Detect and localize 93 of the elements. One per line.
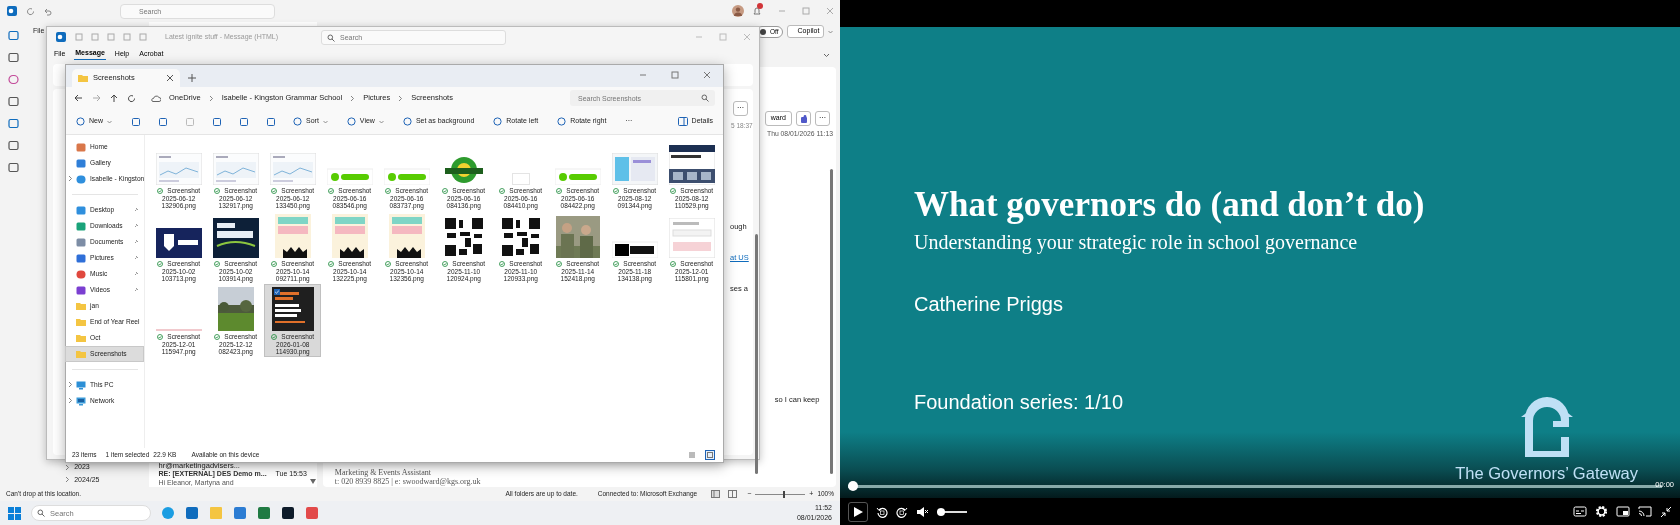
rewind-icon[interactable] xyxy=(876,505,888,518)
up-icon[interactable] xyxy=(110,93,118,103)
reading-view-icon[interactable] xyxy=(728,490,738,498)
avatar[interactable] xyxy=(732,5,744,17)
sync-check-icon xyxy=(214,333,221,340)
signature-text: Marketing & Events Assistant xyxy=(334,468,433,477)
caret-icon xyxy=(107,119,112,124)
sync-check-icon xyxy=(385,260,392,267)
sync-check-icon xyxy=(556,260,563,267)
settings-icon[interactable] xyxy=(1595,505,1608,518)
refresh-icon[interactable] xyxy=(26,6,35,16)
teams-button[interactable] xyxy=(796,111,811,126)
checkbox[interactable] xyxy=(273,289,280,295)
maximize-icon[interactable] xyxy=(671,71,679,79)
sync-check-icon xyxy=(442,187,449,194)
search-icon xyxy=(701,94,709,102)
sync-check-icon xyxy=(499,260,506,267)
caret-icon xyxy=(322,119,328,124)
expand-icon[interactable] xyxy=(68,397,73,404)
scrollbar[interactable] xyxy=(830,169,833,474)
scroll-arrow-icon[interactable] xyxy=(309,479,316,484)
pin-icon[interactable] xyxy=(134,271,140,276)
presenter-name: Catherine Priggs xyxy=(914,292,1064,317)
pin-icon[interactable] xyxy=(134,255,140,260)
signature-text: t: 020 8939 8825 | e: swoodward@kgs.org.uk xyxy=(334,477,482,486)
search-icon xyxy=(37,509,45,517)
progress-handle[interactable] xyxy=(848,481,858,491)
scrollbar[interactable] xyxy=(755,234,758,474)
network-icon xyxy=(76,396,86,406)
sync-check-icon xyxy=(157,333,164,340)
exit-fullscreen-icon[interactable] xyxy=(1660,505,1672,518)
expand-icon[interactable] xyxy=(68,381,73,388)
browser-icon[interactable] xyxy=(161,506,175,520)
volume-thumb[interactable] xyxy=(937,507,945,516)
slide-title: What governors do (and don’t do) xyxy=(914,185,1426,225)
sync-check-icon xyxy=(157,187,164,194)
copilot-icon[interactable] xyxy=(8,74,20,85)
pin-icon[interactable] xyxy=(134,223,140,228)
captions-icon[interactable] xyxy=(1573,506,1587,517)
series-label: Foundation series: 1/10 xyxy=(914,390,1125,415)
folder-icon xyxy=(78,74,88,82)
teams-icon xyxy=(799,114,808,123)
sync-check-icon xyxy=(385,187,392,194)
pin-icon[interactable] xyxy=(134,207,140,212)
sync-check-icon xyxy=(613,187,620,194)
forward-icon[interactable] xyxy=(92,94,101,102)
chevron-right-icon[interactable] xyxy=(208,94,214,102)
chevron-right-icon[interactable] xyxy=(398,94,404,102)
sync-check-icon xyxy=(328,260,335,267)
pin-icon[interactable] xyxy=(134,287,140,292)
sync-check-icon xyxy=(214,187,221,194)
notification-badge xyxy=(757,2,763,9)
pin-icon[interactable] xyxy=(134,239,140,244)
brand-name: The Governors’ Gateway xyxy=(1455,463,1638,484)
sync-check-icon xyxy=(214,260,221,267)
caret-icon xyxy=(378,119,384,124)
close-icon[interactable] xyxy=(166,74,174,82)
sync-check-icon xyxy=(271,260,278,267)
sync-check-icon xyxy=(556,187,563,194)
sync-check-icon xyxy=(442,260,449,267)
slide-subtitle: Understanding your strategic role in school governance xyxy=(914,230,1359,256)
chevron-right-icon[interactable] xyxy=(350,94,356,102)
sync-check-icon xyxy=(499,187,506,194)
cloud-icon xyxy=(76,174,86,184)
fast-forward-icon[interactable] xyxy=(896,505,908,518)
computer-icon xyxy=(76,380,86,390)
chevron-down-icon[interactable] xyxy=(823,53,830,58)
details-pane-icon xyxy=(677,117,688,126)
mute-icon[interactable] xyxy=(916,505,929,518)
tiles-view-icon[interactable] xyxy=(705,450,715,460)
normal-view-icon[interactable] xyxy=(711,490,721,498)
expand-icon[interactable] xyxy=(68,175,73,182)
play-icon xyxy=(853,505,863,518)
refresh-icon[interactable] xyxy=(127,93,136,103)
sync-check-icon xyxy=(613,260,620,267)
sync-check-icon xyxy=(157,260,164,267)
sync-check-icon xyxy=(271,187,278,194)
play-button[interactable] xyxy=(848,501,868,522)
sync-check-icon xyxy=(328,187,335,194)
sync-check-icon xyxy=(670,187,677,194)
cloud-icon xyxy=(151,94,161,102)
caret-icon xyxy=(828,29,834,34)
windows-start-icon[interactable] xyxy=(8,506,21,520)
new-tab-icon[interactable] xyxy=(188,74,196,82)
bell-icon[interactable] xyxy=(752,5,762,16)
back-icon[interactable] xyxy=(74,94,83,102)
picture-in-picture-icon[interactable] xyxy=(1616,506,1630,517)
slider-thumb[interactable] xyxy=(782,490,785,498)
cast-icon[interactable] xyxy=(1638,506,1652,517)
sync-check-icon xyxy=(670,260,677,267)
search-icon xyxy=(327,33,335,42)
sync-check-icon xyxy=(271,333,278,340)
close-icon[interactable] xyxy=(703,71,711,79)
